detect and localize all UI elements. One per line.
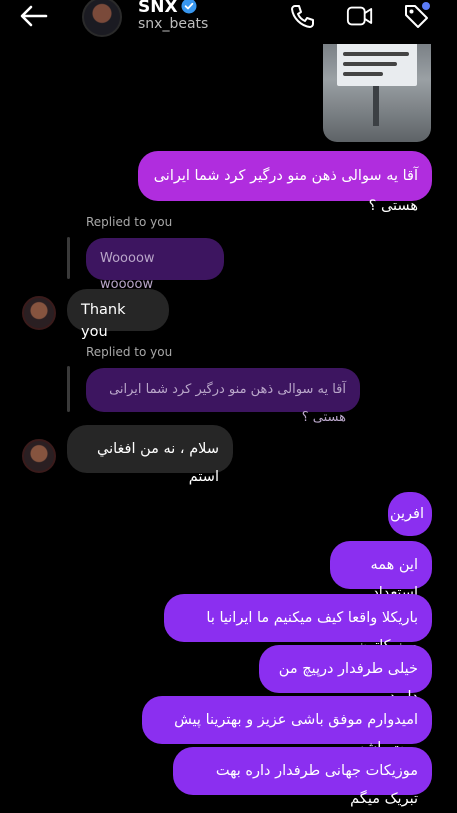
tag-icon[interactable] [402,2,430,30]
outgoing-message[interactable]: موزیکات جهانی طرفدار داره بهت تبریک میگم [173,747,432,807]
outgoing-message[interactable]: باریکلا واقعا کیف میکنیم ما ایرانیا با م… [164,594,432,654]
replied-quote[interactable]: Woooow woooow [86,238,224,292]
incoming-message[interactable]: سلام ، نه من افغاني استم [67,425,233,485]
sender-avatar[interactable] [22,296,56,330]
reply-label: Replied to you [86,345,173,359]
verified-badge-icon [181,0,197,14]
incoming-message[interactable]: Thank you [67,289,169,340]
reply-indicator-bar [67,366,70,412]
reply-label: Replied to you [86,215,173,229]
outgoing-message[interactable]: خیلی طرفدار درپیچ من دارید [259,645,432,705]
billboard-graphic [337,42,417,86]
billboard-pole [373,86,379,126]
video-call-icon[interactable] [346,2,374,30]
outgoing-message[interactable]: این همه استعداد [330,541,432,601]
outgoing-message[interactable]: افرین [388,492,432,536]
shared-image[interactable] [323,28,431,142]
sender-avatar[interactable] [22,439,56,473]
reply-indicator-bar [67,237,70,279]
back-arrow-icon[interactable] [18,4,50,28]
phone-call-icon[interactable] [289,2,317,30]
contact-name[interactable]: SNX [138,0,178,17]
outgoing-message[interactable]: آقا یه سوالی ذهن منو درگیر کرد شما ایران… [138,151,432,214]
contact-avatar[interactable] [82,0,122,37]
outgoing-message[interactable]: امیدوارم موفق باشی عزیز و بهترینا پیش رو… [142,696,432,756]
chat-header: SNX snx_beats [0,0,457,44]
contact-handle[interactable]: snx_beats [138,16,208,32]
replied-quote[interactable]: آقا یه سوالی ذهن منو درگیر کرد شما ایران… [86,368,360,425]
